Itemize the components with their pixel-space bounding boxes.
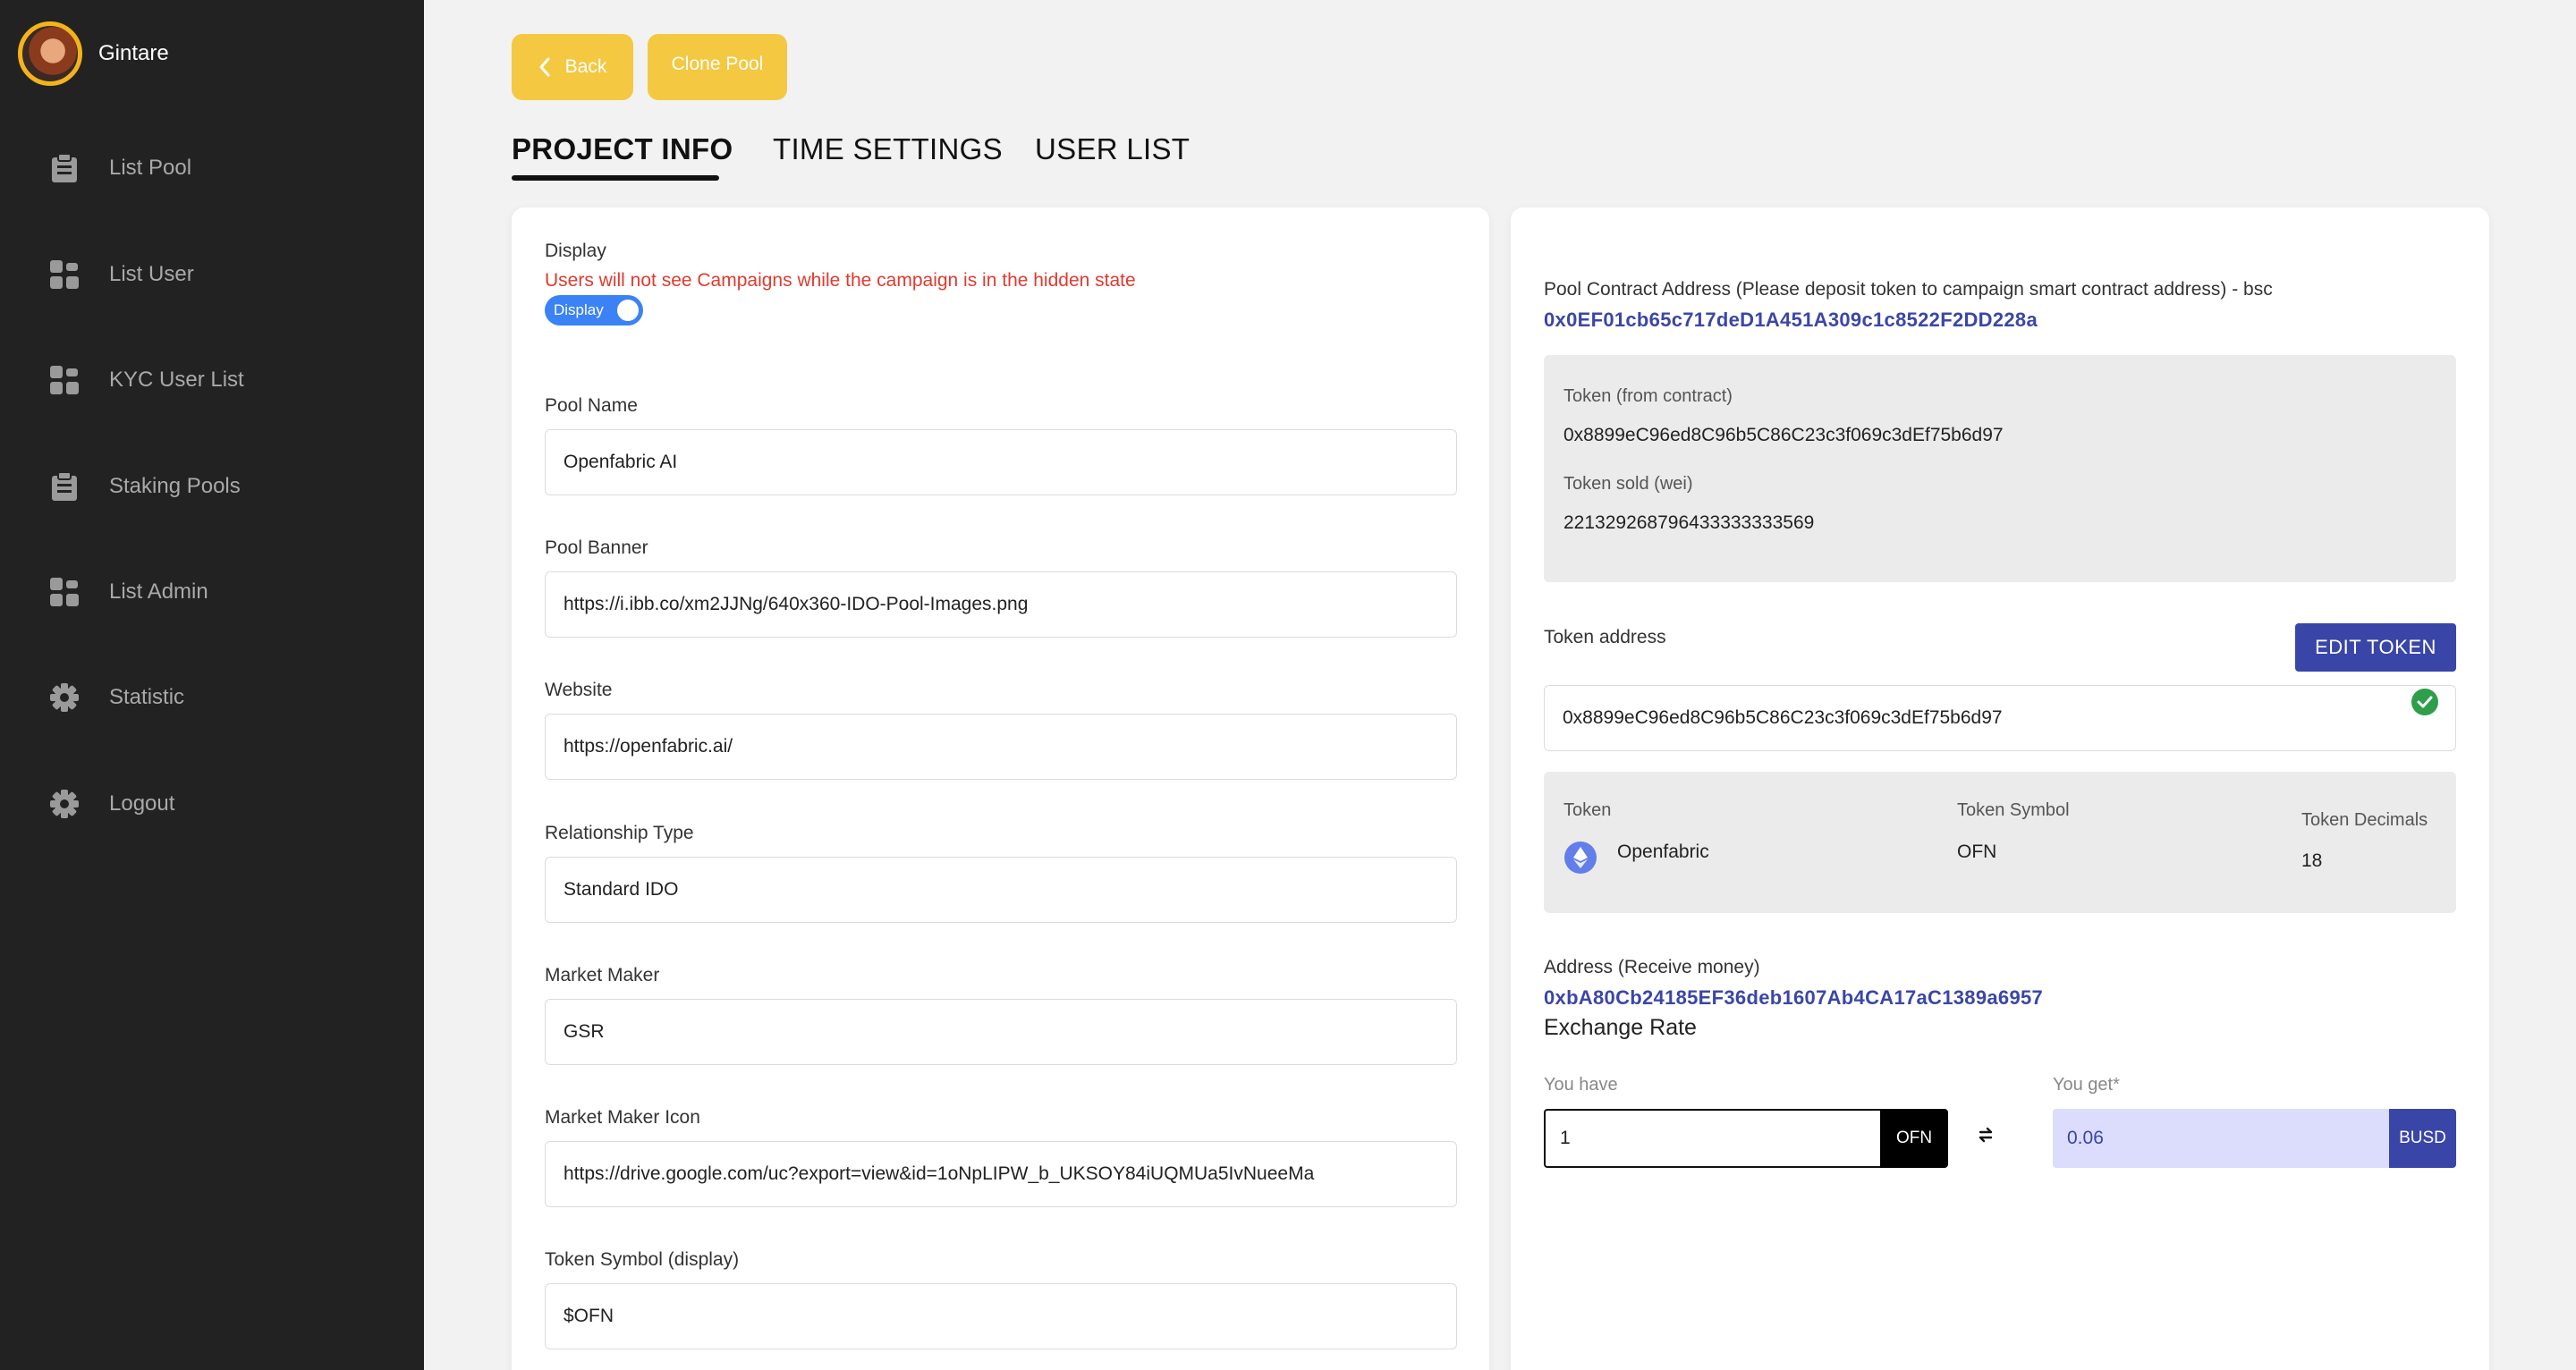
toggle-knob: [614, 297, 641, 324]
gear-icon: [48, 681, 80, 714]
token-address-label: Token address: [1544, 627, 1666, 647]
market-maker-label: Market Maker: [545, 965, 660, 985]
token-label: Token: [1563, 800, 1612, 820]
sidebar-item-statistic[interactable]: Statistic: [48, 678, 406, 717]
you-have-label: You have: [1544, 1075, 1618, 1095]
grid-icon: [48, 258, 80, 291]
market-maker-field[interactable]: GSR: [545, 999, 1457, 1065]
tab-time-settings[interactable]: TIME SETTINGS: [773, 132, 1003, 166]
pool-contract-label: Pool Contract Address (Please deposit to…: [1544, 279, 2273, 300]
display-toggle-label: Display: [554, 301, 604, 318]
token-name: Openfabric: [1617, 841, 1709, 862]
pool-banner-field[interactable]: https://i.ibb.co/xm2JJNg/640x360-IDO-Poo…: [545, 571, 1457, 638]
you-get-input[interactable]: 0.06: [2053, 1109, 2389, 1168]
display-toggle[interactable]: Display: [545, 295, 643, 326]
sidebar: Gintare List Pool List User KYC User Lis…: [0, 0, 424, 1370]
swap-icon[interactable]: [1974, 1123, 1997, 1146]
project-info-form: Display Users will not see Campaigns whi…: [512, 207, 1489, 1370]
you-have-input[interactable]: 1: [1544, 1109, 1880, 1168]
clone-pool-button[interactable]: Clone Pool: [648, 34, 787, 100]
display-label: Display: [545, 241, 606, 261]
ethereum-icon: [1564, 841, 1597, 874]
relationship-type-field[interactable]: Standard IDO: [545, 857, 1457, 923]
exchange-rate-title: Exchange Rate: [1544, 1015, 1697, 1040]
token-symbol-label: Token Symbol: [1957, 800, 2070, 820]
edit-token-button[interactable]: EDIT TOKEN: [2295, 623, 2456, 672]
market-maker-icon-field[interactable]: https://drive.google.com/uc?export=view&…: [545, 1141, 1457, 1207]
clipboard-icon: [48, 152, 80, 184]
market-maker-icon-label: Market Maker Icon: [545, 1107, 700, 1128]
sidebar-item-label: Logout: [109, 791, 175, 816]
grid-icon: [48, 364, 80, 396]
sidebar-item-label: Staking Pools: [109, 474, 241, 498]
sidebar-item-label: List Pool: [109, 156, 192, 180]
token-from-contract-label: Token (from contract): [1563, 386, 1733, 406]
sidebar-item-kyc-user-list[interactable]: KYC User List: [48, 360, 406, 400]
token-from-contract-value: 0x8899eC96ed8C96b5C86C23c3f069c3dEf75b6d…: [1563, 425, 2004, 445]
token-symbol-display-field[interactable]: $OFN: [545, 1283, 1457, 1349]
receive-address: 0xbA80Cb24185EF36deb1607Ab4CA17aC1389a69…: [1544, 986, 2044, 1009]
username: Gintare: [98, 41, 169, 65]
sidebar-item-label: List Admin: [109, 579, 208, 604]
pool-banner-label: Pool Banner: [545, 537, 648, 558]
sidebar-item-staking-pools[interactable]: Staking Pools: [48, 467, 406, 506]
token-sold-label: Token sold (wei): [1563, 474, 1693, 494]
token-details-box: Token Openfabric Token Symbol OFN Token …: [1544, 772, 2456, 913]
sidebar-item-label: KYC User List: [109, 368, 244, 392]
pool-contract-address: 0x0EF01cb65c717deD1A451A309c1c8522F2DD22…: [1544, 309, 2038, 331]
token-symbol-value: OFN: [1957, 841, 1997, 862]
back-label: Back: [564, 56, 607, 77]
you-have-unit: OFN: [1880, 1109, 1948, 1168]
active-tab-indicator: [512, 175, 719, 181]
sidebar-item-label: Statistic: [109, 685, 185, 709]
relationship-type-label: Relationship Type: [545, 823, 694, 843]
chevron-left-icon: [538, 57, 551, 77]
website-label: Website: [545, 680, 613, 700]
display-warning: Users will not see Campaigns while the c…: [545, 270, 1136, 291]
token-symbol-display-label: Token Symbol (display): [545, 1249, 740, 1270]
user-profile[interactable]: Gintare: [18, 21, 169, 86]
gear-icon: [48, 788, 80, 820]
sidebar-item-logout[interactable]: Logout: [48, 784, 406, 824]
you-get-unit: BUSD: [2389, 1109, 2456, 1168]
pool-name-label: Pool Name: [545, 395, 638, 416]
pool-name-field[interactable]: Openfabric AI: [545, 429, 1457, 495]
contract-info-panel: Pool Contract Address (Please deposit to…: [1511, 207, 2489, 1370]
token-decimals-value: 18: [2301, 850, 2323, 871]
clipboard-icon: [48, 470, 80, 503]
sidebar-item-list-pool[interactable]: List Pool: [48, 148, 406, 188]
contract-token-box: Token (from contract) 0x8899eC96ed8C96b5…: [1544, 355, 2456, 582]
token-address-field[interactable]: 0x8899eC96ed8C96b5C86C23c3f069c3dEf75b6d…: [1544, 685, 2456, 751]
clone-pool-label: Clone Pool: [671, 54, 764, 74]
check-icon: [2411, 689, 2438, 715]
sidebar-item-label: List User: [109, 262, 194, 286]
back-button[interactable]: Back: [512, 34, 633, 100]
token-decimals-label: Token Decimals: [2301, 810, 2428, 830]
token-sold-value: 221329268796433333333569: [1563, 512, 1815, 533]
sidebar-item-list-admin[interactable]: List Admin: [48, 572, 406, 612]
tab-user-list[interactable]: USER LIST: [1035, 132, 1190, 166]
tab-project-info[interactable]: PROJECT INFO: [512, 132, 733, 166]
sidebar-item-list-user[interactable]: List User: [48, 255, 406, 294]
avatar: [18, 21, 82, 86]
receive-address-label: Address (Receive money): [1544, 957, 1760, 977]
grid-icon: [48, 576, 80, 608]
website-field[interactable]: https://openfabric.ai/: [545, 714, 1457, 780]
you-get-label: You get*: [2053, 1075, 2120, 1095]
